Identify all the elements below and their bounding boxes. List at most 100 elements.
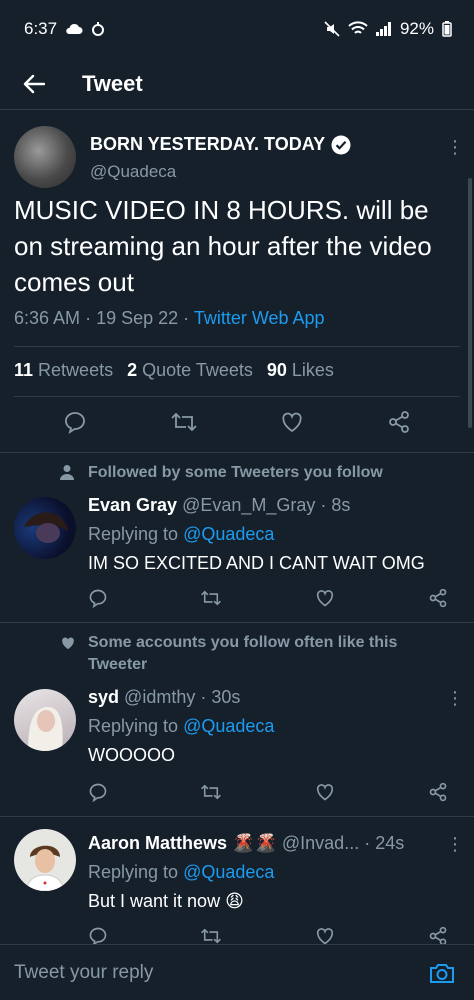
reply-icon <box>89 927 107 946</box>
author-handle[interactable]: @Quadeca <box>90 162 176 182</box>
signal-icon <box>375 22 391 36</box>
reply-button[interactable] <box>78 583 118 613</box>
quotes-count: 2 <box>127 360 138 380</box>
tweet-actions <box>0 410 474 434</box>
retweets-stat[interactable]: 11 Retweets <box>14 360 113 381</box>
reply-author-handle[interactable]: @idmthy <box>124 687 195 707</box>
reply-actions <box>78 583 458 613</box>
reply-author-name[interactable]: Evan Gray <box>88 495 177 515</box>
reply-composer[interactable]: Tweet your reply <box>0 944 474 1000</box>
replying-to: Replying to @Quadeca <box>88 716 274 737</box>
mute-icon <box>324 21 340 37</box>
back-button[interactable] <box>14 64 54 104</box>
replying-to-handle[interactable]: @Quadeca <box>183 716 274 736</box>
replying-to-handle[interactable]: @Quadeca <box>183 862 274 882</box>
share-icon <box>388 411 409 433</box>
camera-icon <box>430 963 454 983</box>
quotes-stat[interactable]: 2 Quote Tweets <box>127 360 253 381</box>
reply-text: IM SO EXCITED AND I CANT WAIT OMG <box>88 553 425 573</box>
heart-icon <box>316 590 333 607</box>
reply-time: 30s <box>211 687 241 707</box>
reply-author-handle[interactable]: @Evan_M_Gray <box>182 495 315 515</box>
reply-context: Followed by some Tweeters you follow <box>88 464 383 481</box>
retweet-icon <box>171 412 197 432</box>
reply-button[interactable] <box>78 777 118 807</box>
likes-count: 90 <box>266 360 287 380</box>
reply-author-handle[interactable]: @Invad... <box>282 833 359 853</box>
tweet-stats: 11 Retweets 2 Quote Tweets 90 Likes <box>14 360 334 381</box>
replying-to: Replying to @Quadeca <box>88 524 274 545</box>
page-title: Tweet <box>82 70 143 96</box>
tweet-date: 19 Sep 22 <box>96 308 179 328</box>
status-bar: 6:37 92% <box>0 0 474 58</box>
retweet-button[interactable] <box>191 777 231 807</box>
avatar[interactable] <box>14 689 76 751</box>
likes-label: Likes <box>291 360 334 380</box>
heart-icon <box>62 637 74 650</box>
more-options-icon[interactable]: ⋮ <box>446 835 464 853</box>
share-icon <box>429 588 447 608</box>
reply-header: syd @idmthy · 30s <box>88 687 241 707</box>
cloud-icon <box>66 23 83 34</box>
retweet-icon <box>201 928 222 944</box>
like-button[interactable] <box>305 777 345 807</box>
share-icon <box>429 782 447 802</box>
avatar-image <box>28 707 63 751</box>
person-icon <box>60 465 74 480</box>
heart-icon <box>316 928 333 945</box>
avatar[interactable] <box>14 497 76 559</box>
reply-button[interactable] <box>63 410 87 434</box>
top-app-bar: Tweet <box>0 58 474 110</box>
share-icon <box>429 926 447 946</box>
avatar-image <box>25 845 65 891</box>
name-emoji: 🌋🌋 <box>232 833 277 853</box>
reply-icon <box>65 412 86 434</box>
retweet-button[interactable] <box>191 583 231 613</box>
battery-percent: 92% <box>399 19 434 38</box>
like-button[interactable] <box>305 583 345 613</box>
verified-badge-icon <box>331 135 351 154</box>
replying-to-handle[interactable]: @Quadeca <box>183 524 274 544</box>
reply-time: 8s <box>331 495 351 515</box>
retweet-icon <box>201 784 222 800</box>
avatar[interactable] <box>14 829 76 891</box>
author-name: BORN YESTERDAY. TODAY <box>90 134 326 154</box>
reply-actions <box>78 777 458 807</box>
replying-prefix: Replying to <box>88 524 179 544</box>
share-button[interactable] <box>418 777 458 807</box>
divider <box>14 396 460 397</box>
more-options-icon[interactable]: ⋮ <box>446 138 464 156</box>
avatar-image <box>24 512 68 543</box>
more-options-icon[interactable]: ⋮ <box>446 689 464 707</box>
reply-icon <box>89 783 107 802</box>
divider <box>0 622 474 623</box>
divider <box>0 816 474 817</box>
tweet-source[interactable]: Twitter Web App <box>194 308 325 328</box>
author-name-row[interactable]: BORN YESTERDAY. TODAY <box>90 134 351 155</box>
divider <box>0 452 474 453</box>
reply-author-name[interactable]: syd <box>88 687 119 707</box>
retweets-label: Retweets <box>38 360 114 380</box>
reply-text-emoji: 😩 <box>225 891 244 911</box>
reply-input[interactable]: Tweet your reply <box>14 962 422 984</box>
reply-text: WOOOOO <box>88 745 175 765</box>
share-button[interactable] <box>418 583 458 613</box>
divider <box>14 346 460 347</box>
retweets-count: 11 <box>14 360 34 380</box>
like-button[interactable] <box>280 410 304 434</box>
reply-header: Evan Gray @Evan_M_Gray · 8s <box>88 495 351 515</box>
tweet-meta: 6:36 AM · 19 Sep 22 · Twitter Web App <box>14 308 325 328</box>
reply-context: Some accounts you follow often like this… <box>88 634 398 673</box>
likes-stat[interactable]: 90 Likes <box>267 360 334 381</box>
scrollbar[interactable] <box>468 178 472 428</box>
camera-button[interactable] <box>422 953 462 993</box>
retweet-button[interactable] <box>170 410 198 434</box>
reply-author-name[interactable]: Aaron Matthews <box>88 833 227 853</box>
status-time: 6:37 <box>24 19 58 38</box>
heart-icon <box>316 784 333 801</box>
share-button[interactable] <box>387 410 411 434</box>
quotes-label: Quote Tweets <box>142 360 253 380</box>
heart-icon <box>282 412 302 433</box>
avatar[interactable] <box>14 126 76 188</box>
tweet-time: 6:36 AM <box>14 308 81 328</box>
